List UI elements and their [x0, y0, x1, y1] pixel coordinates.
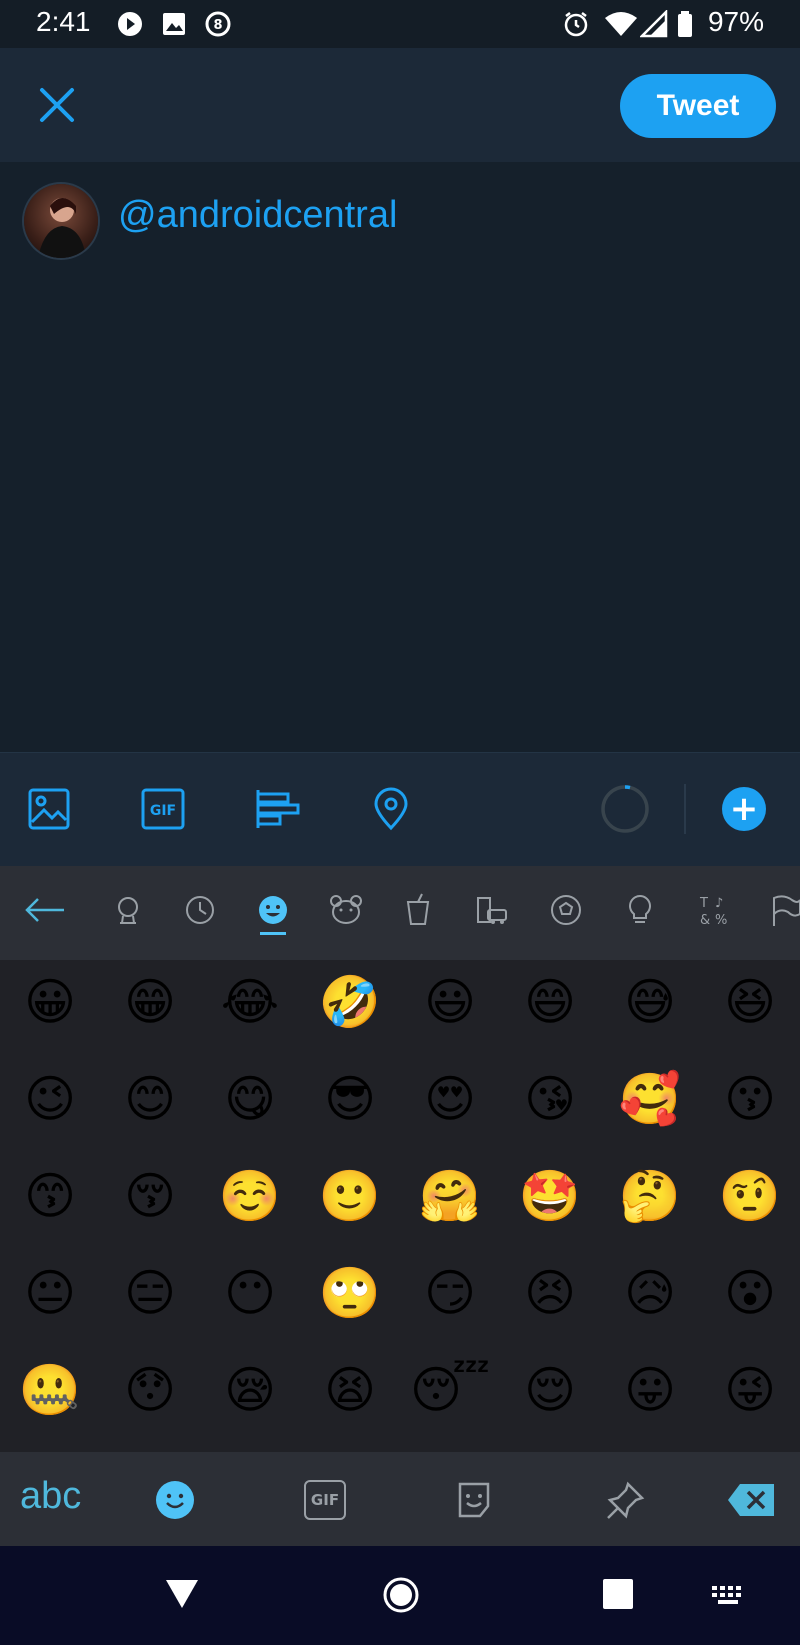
pin-icon[interactable] — [606, 1480, 646, 1520]
emoji-key[interactable]: 😜 — [720, 1360, 780, 1420]
flags-tab-icon[interactable] — [770, 892, 800, 928]
food-tab-icon[interactable] — [400, 892, 436, 928]
image-icon[interactable] — [26, 786, 72, 832]
emoji-key[interactable]: 😶 — [220, 1263, 280, 1323]
emoji-key[interactable]: 😂 — [220, 972, 280, 1032]
wifi-icon — [605, 12, 637, 36]
svg-text:T: T — [699, 896, 708, 911]
emoji-key[interactable]: 😃 — [420, 972, 480, 1032]
emoji-key[interactable]: 😊 — [120, 1069, 180, 1129]
emoji-key[interactable]: 😉 — [20, 1069, 80, 1129]
keyboard-bottom-bar — [0, 1452, 800, 1546]
symbols-tab-icon[interactable]: T ♪&% — [696, 892, 732, 928]
add-tweet-button[interactable]: + — [722, 787, 766, 831]
emoji-key[interactable]: 😯 — [120, 1360, 180, 1420]
battery-percent: 97% — [707, 6, 764, 37]
emoji-key[interactable]: 😌 — [520, 1360, 580, 1420]
objects-tab-icon[interactable] — [622, 892, 658, 928]
gif-icon[interactable]: GIF — [140, 786, 186, 832]
tweet-button[interactable]: Tweet — [620, 74, 776, 138]
svg-text:&: & — [700, 913, 710, 928]
sticker-icon[interactable] — [454, 1480, 494, 1520]
back-arrow-icon[interactable] — [24, 892, 66, 928]
sync-icon: 8 — [205, 11, 231, 37]
photo-icon — [163, 13, 185, 35]
emoji-key[interactable]: 🤣 — [319, 972, 381, 1032]
emoji-key[interactable]: 😅 — [620, 972, 680, 1032]
emoji-grid: 😀 😁 😂 🤣 😃 😄 😅 😆 😉 😊 😋 😎 😍 😘 🥰 😗 😙 😚 ☺️ 🙂 🤗 🤩 🤔 🤨 😐 😑 😶 🙄 😏 😣 😥 😮 🤐 😯 😪 😫 😴 😌 😛… — [0, 960, 800, 1452]
active-tab-indicator — [260, 932, 286, 935]
emoji-key[interactable]: 🤐 — [19, 1360, 81, 1420]
svg-text:%: % — [715, 913, 727, 928]
alarm-icon — [564, 12, 588, 37]
tweet-text-input[interactable]: @androidcentral — [118, 194, 397, 237]
emoji-keyboard-icon[interactable] — [155, 1480, 195, 1520]
svg-text:♪: ♪ — [715, 896, 723, 911]
character-counter — [601, 785, 649, 833]
back-nav-icon[interactable] — [164, 1576, 200, 1610]
emoji-key[interactable]: 😏 — [420, 1263, 480, 1323]
emoji-key[interactable]: 😐 — [20, 1263, 80, 1323]
emoji-key[interactable]: 🤩 — [519, 1166, 581, 1226]
animals-tab-icon[interactable] — [328, 892, 364, 928]
emoji-key[interactable]: 🤗 — [419, 1166, 481, 1226]
emoji-key[interactable]: 😘 — [520, 1069, 580, 1129]
battery-icon — [678, 11, 692, 37]
recent-clock-icon[interactable] — [182, 892, 218, 928]
emoji-key[interactable]: 😚 — [120, 1166, 180, 1226]
poll-icon[interactable] — [254, 786, 300, 832]
keyboard-switch-icon[interactable] — [710, 1584, 746, 1606]
emoji-key[interactable]: 🥰 — [619, 1069, 681, 1129]
backspace-icon[interactable] — [726, 1480, 776, 1520]
emoji-key[interactable]: 😣 — [520, 1263, 580, 1323]
emoji-key[interactable]: 😍 — [420, 1069, 480, 1129]
emoji-key[interactable]: 🤨 — [719, 1166, 781, 1226]
avatar — [24, 184, 98, 258]
search-emoji-icon[interactable] — [110, 892, 146, 928]
emoji-key[interactable]: 😴 — [410, 1360, 490, 1420]
emoji-key[interactable]: 😥 — [620, 1263, 680, 1323]
navigation-bar — [0, 1546, 800, 1645]
close-icon[interactable] — [34, 82, 80, 128]
status-bar: 2:41 8 97% — [0, 0, 800, 48]
emoji-key[interactable]: 😛 — [620, 1360, 680, 1420]
status-time: 2:41 — [36, 6, 91, 37]
emoji-key[interactable]: 😀 — [20, 972, 80, 1032]
svg-text:GIF: GIF — [150, 803, 176, 819]
emoji-key[interactable]: 🙄 — [319, 1263, 381, 1323]
travel-tab-icon[interactable] — [474, 892, 510, 928]
location-icon[interactable] — [368, 786, 414, 832]
emoji-key[interactable]: 😑 — [120, 1263, 180, 1323]
emoji-key[interactable]: 🤔 — [619, 1166, 681, 1226]
emoji-key[interactable]: ☺️ — [219, 1166, 281, 1226]
emoji-key[interactable]: 😗 — [720, 1069, 780, 1129]
emoji-key[interactable]: 😮 — [720, 1263, 780, 1323]
emoji-key[interactable]: 🙂 — [319, 1166, 381, 1226]
gif-keyboard-button[interactable]: GIF — [304, 1480, 346, 1520]
emoji-key[interactable]: 😫 — [320, 1360, 380, 1420]
signal-icon — [640, 10, 668, 38]
play-icon — [118, 12, 142, 36]
recents-nav-icon[interactable] — [602, 1578, 634, 1610]
emoji-key[interactable]: 😪 — [220, 1360, 280, 1420]
emoji-key[interactable]: 😙 — [20, 1166, 80, 1226]
emoji-key[interactable]: 😁 — [120, 972, 180, 1032]
smileys-tab-icon[interactable] — [255, 892, 291, 928]
emoji-key[interactable]: 😎 — [320, 1069, 380, 1129]
emoji-key[interactable]: 😋 — [220, 1069, 280, 1129]
svg-text:8: 8 — [213, 18, 222, 33]
home-nav-icon[interactable] — [382, 1576, 420, 1614]
emoji-key[interactable]: 😆 — [720, 972, 780, 1032]
activities-tab-icon[interactable] — [548, 892, 584, 928]
abc-keyboard-button[interactable]: abc — [20, 1475, 81, 1518]
toolbar-divider — [684, 784, 686, 834]
emoji-key[interactable]: 😄 — [520, 972, 580, 1032]
